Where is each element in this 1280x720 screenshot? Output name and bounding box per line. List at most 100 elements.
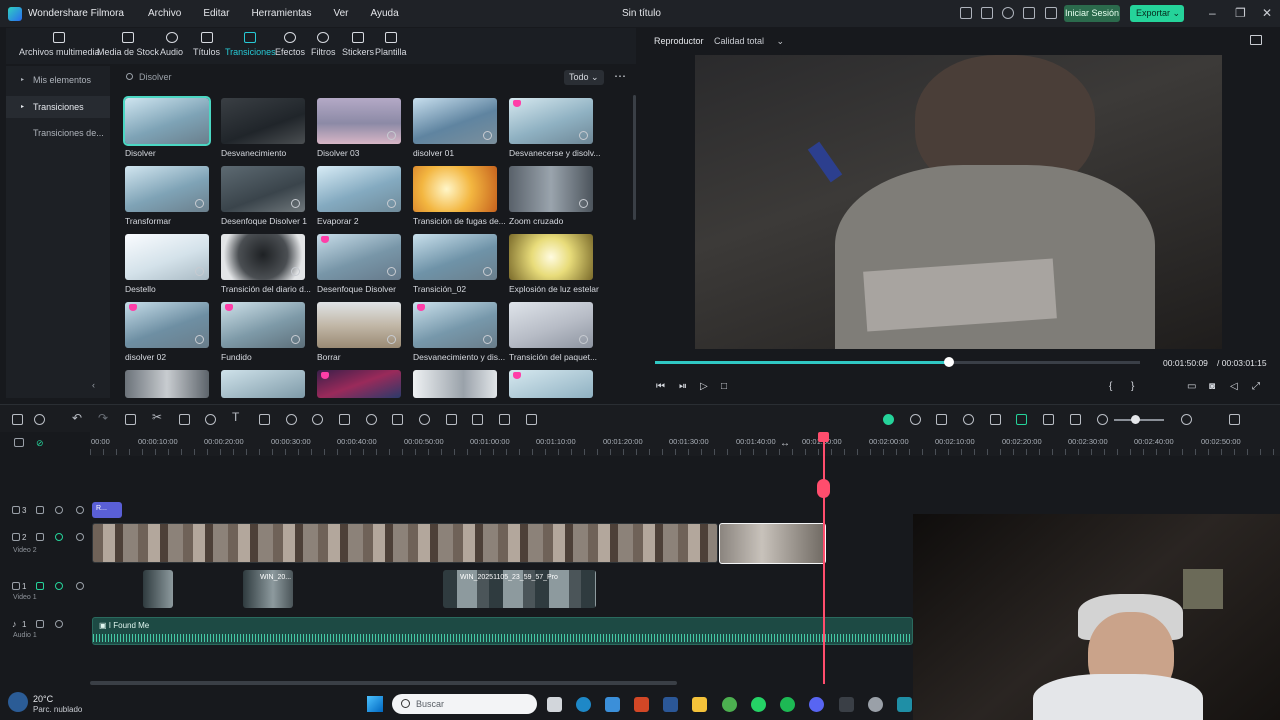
adjust-icon[interactable] [446, 414, 457, 425]
transition-thumbnail[interactable] [413, 302, 497, 348]
timer-icon[interactable] [286, 414, 297, 425]
undo-icon[interactable]: ↶ [72, 411, 83, 425]
transition-thumbnail[interactable] [317, 370, 401, 398]
display-icon[interactable]: ▭ [1187, 381, 1196, 392]
player-tab[interactable]: Reproductor [654, 36, 704, 46]
eye-icon[interactable] [76, 533, 84, 541]
windows-start-icon[interactable] [367, 696, 383, 712]
transition-thumbnail[interactable] [317, 98, 401, 144]
transition-thumbnail[interactable] [317, 166, 401, 212]
edge-icon[interactable] [576, 697, 591, 712]
group-icon[interactable] [499, 414, 510, 425]
download-icon[interactable] [483, 267, 492, 276]
transition-thumbnail[interactable] [509, 370, 593, 398]
select-tool-icon[interactable] [34, 414, 45, 425]
download-icon[interactable] [387, 199, 396, 208]
delete-icon[interactable] [125, 414, 136, 425]
eye-icon[interactable] [76, 582, 84, 590]
menu-editar[interactable]: Editar [203, 8, 229, 19]
filmora-taskbar-icon[interactable] [839, 697, 854, 712]
transition-thumbnail[interactable] [509, 98, 593, 144]
store-icon[interactable] [605, 697, 620, 712]
lock-icon[interactable] [36, 582, 44, 590]
mark-out-icon[interactable]: } [1131, 381, 1134, 392]
transition-thumbnail[interactable] [413, 166, 497, 212]
transition-thumbnail[interactable] [317, 234, 401, 280]
menu-ver[interactable]: Ver [333, 8, 348, 19]
stop-icon[interactable]: □ [721, 381, 727, 392]
download-icon[interactable] [291, 335, 300, 344]
render-icon[interactable] [883, 414, 894, 425]
menu-archivo[interactable]: Archivo [148, 8, 181, 19]
scissors-icon[interactable]: ✂ [152, 410, 163, 424]
snapshot-icon[interactable] [1250, 35, 1262, 45]
tab-audio[interactable]: Audio [160, 32, 183, 57]
speaker-icon[interactable] [55, 620, 63, 628]
color-icon[interactable] [312, 414, 323, 425]
chrome-icon[interactable] [722, 697, 737, 712]
download-icon[interactable] [579, 335, 588, 344]
zoom-knob[interactable] [1131, 415, 1140, 424]
sidebar-item-transiciones-de[interactable]: Transiciones de... [6, 122, 110, 144]
download-icon[interactable] [387, 131, 396, 140]
whatsapp-icon[interactable] [751, 697, 766, 712]
play-frame-icon[interactable]: ⏯ [679, 381, 687, 392]
fullscreen-icon[interactable]: ⤢ [1252, 381, 1260, 392]
powerpoint-icon[interactable] [634, 697, 649, 712]
filter-dropdown[interactable]: Todo ⌄ [564, 70, 604, 85]
eye-icon[interactable] [76, 506, 84, 514]
timeline-hscrollbar[interactable] [90, 681, 677, 685]
transition-thumbnail[interactable] [413, 98, 497, 144]
download-icon[interactable] [387, 335, 396, 344]
download-icon[interactable] [483, 335, 492, 344]
download-icon[interactable] [291, 267, 300, 276]
grid-scrollbar[interactable] [633, 95, 636, 220]
task-view-icon[interactable] [547, 697, 562, 712]
pip-icon[interactable] [1043, 414, 1054, 425]
transition-thumbnail[interactable] [123, 96, 211, 146]
video-1-clip[interactable] [143, 570, 173, 608]
lock-icon[interactable] [36, 620, 44, 628]
redo-icon[interactable]: ↷ [98, 411, 109, 425]
freeze-frame-icon[interactable] [526, 414, 537, 425]
cloud-icon[interactable] [1002, 7, 1014, 19]
playhead-marker[interactable] [817, 479, 830, 498]
download-icon[interactable] [195, 267, 204, 276]
mark-in-icon[interactable]: { [1109, 381, 1112, 392]
shield-icon[interactable] [936, 414, 947, 425]
play-icon[interactable]: ▷ [700, 381, 708, 392]
split-icon[interactable] [1070, 414, 1081, 425]
camera-icon[interactable]: ◙ [1209, 381, 1215, 392]
transition-thumbnail[interactable] [125, 234, 209, 280]
microphone-icon[interactable] [963, 414, 974, 425]
transition-thumbnail[interactable] [221, 302, 305, 348]
file-explorer-icon[interactable] [692, 697, 707, 712]
word-icon[interactable] [663, 697, 678, 712]
transition-thumbnail[interactable] [221, 234, 305, 280]
download-icon[interactable] [579, 199, 588, 208]
voice-icon[interactable] [990, 414, 1001, 425]
text-icon[interactable]: T [232, 410, 243, 424]
transition-thumbnail[interactable] [125, 166, 209, 212]
tab-filtros[interactable]: Filtros [311, 32, 336, 57]
transition-thumbnail[interactable] [125, 370, 209, 398]
tab-transiciones[interactable]: Transiciones [225, 32, 276, 57]
save-icon[interactable] [981, 7, 993, 19]
video-1-clip[interactable]: WIN_20251105_23_59_57_Pro [443, 570, 596, 608]
app-icon[interactable] [868, 697, 883, 712]
sidebar-item-mis-elementos[interactable]: ▸ Mis elementos [6, 69, 110, 91]
lock-icon[interactable] [36, 533, 44, 541]
transition-thumbnail[interactable] [221, 98, 305, 144]
speaker-icon[interactable] [55, 582, 63, 590]
transition-thumbnail[interactable] [413, 370, 497, 398]
transition-thumbnail[interactable] [125, 302, 209, 348]
menu-herramientas[interactable]: Herramientas [251, 8, 311, 19]
add-track-icon[interactable] [14, 438, 24, 447]
spotify-icon[interactable] [780, 697, 795, 712]
download-icon[interactable] [387, 267, 396, 276]
grid-view-icon[interactable] [1229, 414, 1240, 425]
lock-icon[interactable] [36, 506, 44, 514]
download-icon[interactable] [483, 131, 492, 140]
restore-icon[interactable]: ❐ [1235, 6, 1246, 20]
export-button[interactable]: Exportar ⌄ [1130, 5, 1184, 22]
